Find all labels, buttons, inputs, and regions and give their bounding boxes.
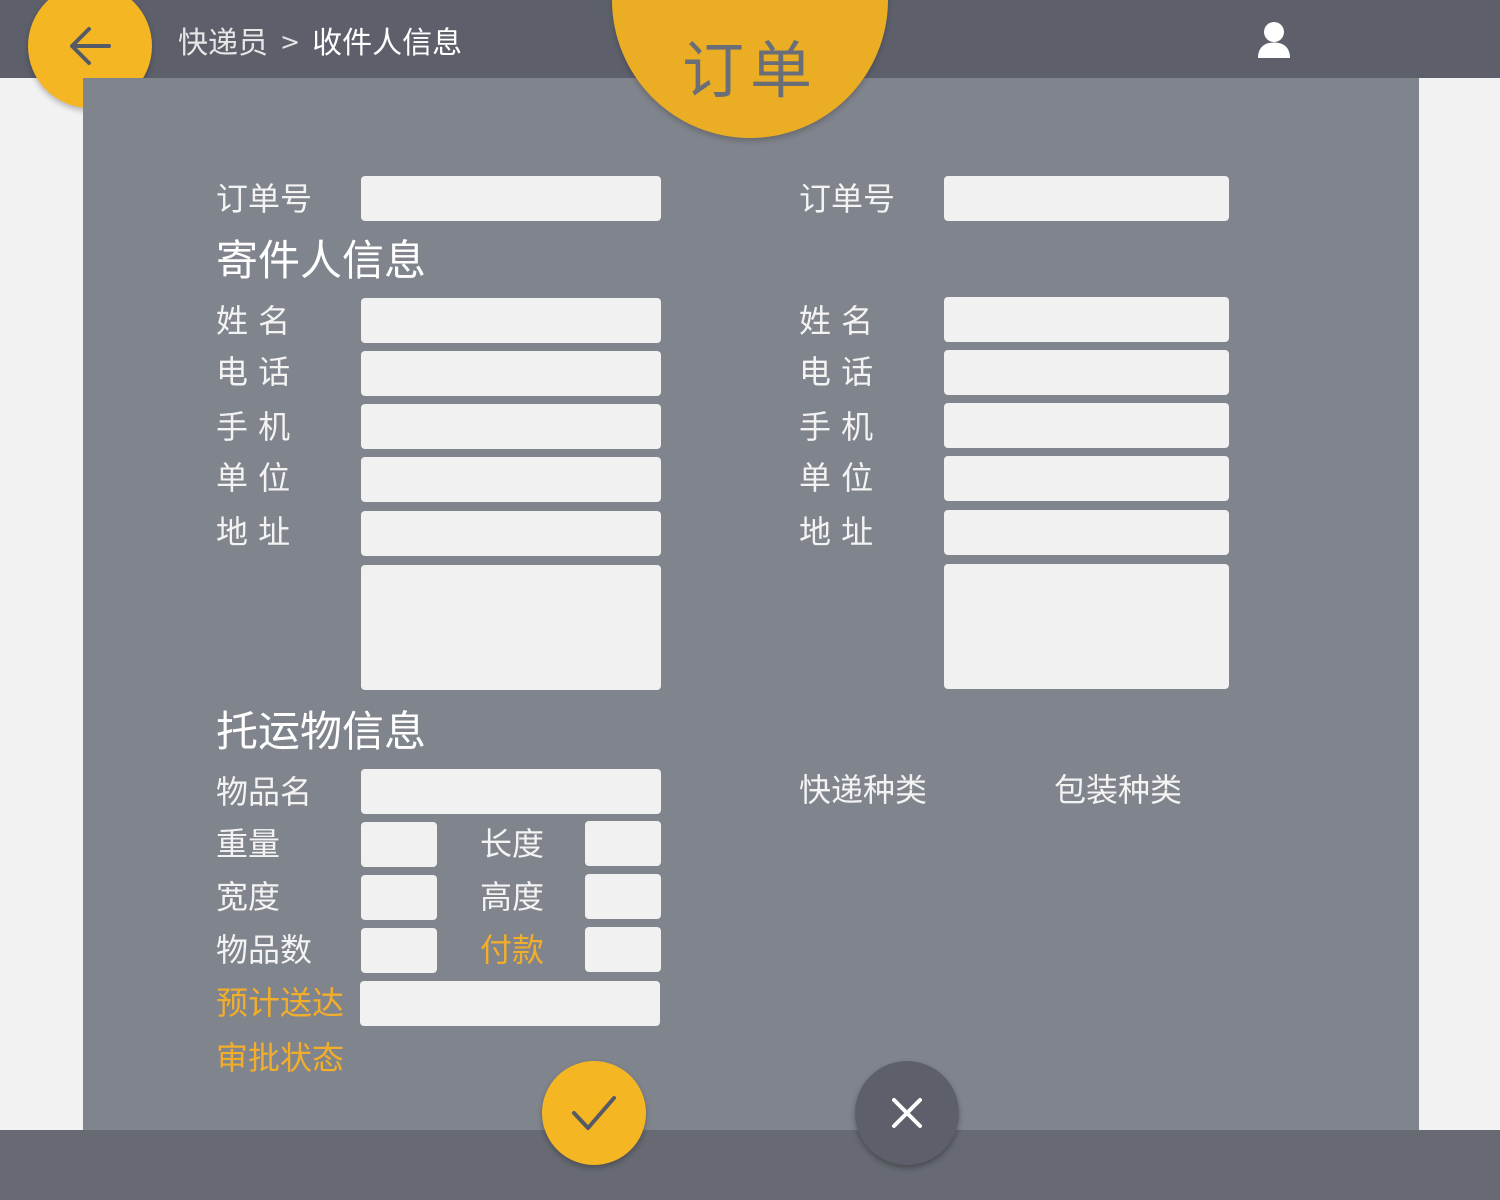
left-address-label: 地 址	[216, 513, 291, 551]
cargo-section-title: 托运物信息	[216, 707, 427, 756]
left-name-input[interactable]	[361, 298, 661, 343]
arrow-left-icon	[70, 27, 111, 65]
bottom-bar	[0, 1130, 1500, 1200]
breadcrumb-parent[interactable]: 快递员	[178, 26, 268, 61]
breadcrumb-separator: >	[280, 28, 301, 56]
height-label: 高度	[480, 878, 545, 916]
right-company-input[interactable]	[944, 456, 1229, 501]
right-name-input[interactable]	[944, 297, 1229, 342]
item-name-input[interactable]	[361, 769, 661, 814]
breadcrumb: 快递员 > 收件人信息	[178, 18, 462, 62]
left-name-label: 姓 名	[216, 302, 291, 340]
cancel-button[interactable]	[855, 1061, 959, 1165]
left-order-input[interactable]	[361, 176, 661, 221]
right-name-label: 姓 名	[799, 302, 874, 340]
approval-status-label: 审批状态	[216, 1039, 345, 1077]
right-company-label: 单 位	[799, 459, 874, 497]
left-mobile-input[interactable]	[361, 404, 661, 449]
right-address-detail-textarea[interactable]	[944, 564, 1229, 689]
left-order-label: 订单号	[216, 180, 313, 218]
confirm-button[interactable]	[542, 1061, 646, 1165]
left-company-input[interactable]	[361, 457, 661, 502]
left-address-detail-textarea[interactable]	[361, 565, 661, 690]
payment-input[interactable]	[585, 927, 661, 972]
width-label: 宽度	[216, 878, 281, 916]
package-type-label: 包装种类	[1054, 771, 1183, 809]
right-mobile-input[interactable]	[944, 403, 1229, 448]
sender-section-title: 寄件人信息	[216, 236, 427, 285]
item-name-label: 物品名	[216, 773, 313, 811]
payment-label: 付款	[480, 931, 545, 969]
weight-input[interactable]	[361, 822, 437, 867]
right-phone-label: 电 话	[799, 353, 874, 391]
eta-input[interactable]	[360, 981, 660, 1026]
height-input[interactable]	[585, 874, 661, 919]
close-icon	[892, 1098, 922, 1128]
left-phone-label: 电 话	[216, 353, 291, 391]
eta-label: 预计送达	[216, 984, 345, 1022]
right-phone-input[interactable]	[944, 350, 1229, 395]
left-mobile-label: 手 机	[216, 408, 291, 446]
page-title: 订单	[681, 34, 818, 107]
express-type-label: 快递种类	[799, 771, 928, 809]
weight-label: 重量	[216, 825, 281, 863]
left-phone-input[interactable]	[361, 351, 661, 396]
item-count-input[interactable]	[361, 928, 437, 973]
right-address-label: 地 址	[799, 513, 874, 551]
breadcrumb-current: 收件人信息	[312, 26, 463, 61]
left-company-label: 单 位	[216, 459, 291, 497]
left-address-input[interactable]	[361, 511, 661, 556]
right-mobile-label: 手 机	[799, 408, 874, 446]
right-order-label: 订单号	[799, 180, 896, 218]
length-input[interactable]	[585, 821, 661, 866]
item-count-label: 物品数	[216, 931, 313, 969]
user-icon[interactable]	[1256, 20, 1292, 60]
right-address-input[interactable]	[944, 510, 1229, 555]
check-icon	[572, 1096, 616, 1130]
right-order-input[interactable]	[944, 176, 1229, 221]
width-input[interactable]	[361, 875, 437, 920]
length-label: 长度	[480, 825, 545, 863]
